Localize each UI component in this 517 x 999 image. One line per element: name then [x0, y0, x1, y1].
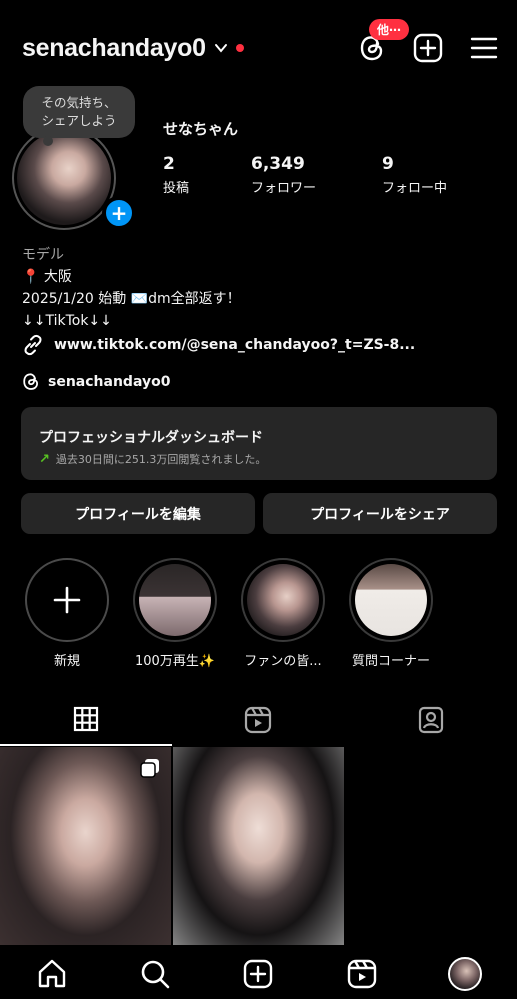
- plus-square-icon: [413, 33, 443, 63]
- threads-badge: 他⋯: [369, 19, 410, 40]
- dashboard-title: プロフェッショナルダッシュボード: [39, 430, 263, 446]
- post-thumbnail[interactable]: [0, 747, 171, 950]
- highlight-label: 質問コーナー: [351, 654, 430, 669]
- category-label: モデル: [22, 247, 64, 263]
- plus-square-icon: [244, 959, 273, 989]
- profile-actions: プロフィールを編集 プロフィールをシェア: [21, 493, 497, 534]
- bio-line: 2025/1/20 始動 ✉️dm全部返す！: [22, 291, 241, 307]
- stat-posts[interactable]: 2 投稿: [163, 154, 189, 196]
- stat-followers-label: フォロワー: [251, 181, 317, 196]
- header-actions: 他⋯: [357, 19, 499, 63]
- edit-profile-button[interactable]: プロフィールを編集: [21, 493, 255, 534]
- stat-posts-label: 投稿: [163, 181, 190, 196]
- trend-up-icon: ↗: [39, 451, 50, 467]
- stat-following[interactable]: 9 フォロー中: [382, 154, 447, 196]
- stat-following-count: 9: [382, 154, 394, 174]
- add-story-icon[interactable]: +: [102, 196, 136, 230]
- dashboard-subtitle-row: ↗ 過去30日間に251.3万回閲覧されました。: [39, 451, 479, 467]
- search-icon: [141, 960, 170, 989]
- bottom-navigation: [0, 945, 517, 999]
- chevron-down-icon[interactable]: [214, 41, 228, 55]
- share-profile-button[interactable]: プロフィールをシェア: [263, 493, 497, 534]
- tab-tagged[interactable]: [345, 694, 517, 746]
- professional-dashboard[interactable]: プロフェッショナルダッシュボード ↗ 過去30日間に251.3万回閲覧されました…: [21, 407, 497, 480]
- highlight-item[interactable]: 質問コーナー: [346, 558, 436, 669]
- notification-dot: [235, 44, 244, 52]
- post-thumbnail[interactable]: [173, 747, 344, 950]
- bio: モデル 📍 大阪 2025/1/20 始動 ✉️dm全部返す！ ↓↓TikTok…: [22, 244, 241, 332]
- grid-icon: [74, 706, 99, 732]
- home-icon: [38, 959, 65, 988]
- bio-link-text: www.tiktok.com/@sena_chandayoo?_t=ZS-8..…: [54, 337, 416, 353]
- tagged-person-icon: [418, 706, 443, 734]
- nav-create[interactable]: [238, 954, 278, 994]
- highlight-ring: [25, 558, 109, 642]
- stat-followers-count: 6,349: [251, 154, 305, 174]
- plus-icon: [31, 564, 103, 636]
- posts-grid: [0, 747, 517, 950]
- highlight-label: 新規: [53, 654, 80, 669]
- nav-home[interactable]: [32, 954, 72, 994]
- highlight-ring: [133, 558, 217, 642]
- nav-reels[interactable]: [342, 954, 382, 994]
- nav-profile[interactable]: [445, 954, 485, 994]
- highlight-label: ファンの皆...: [244, 654, 322, 669]
- carousel-icon: [140, 759, 159, 778]
- highlight-ring: [241, 558, 325, 642]
- stat-following-label: フォロー中: [382, 181, 448, 196]
- reels-icon: [245, 706, 272, 734]
- tab-grid[interactable]: [0, 694, 173, 746]
- highlight-label: 100万再生✨: [135, 654, 215, 669]
- menu-button[interactable]: [469, 33, 499, 63]
- threads-icon: [23, 373, 38, 390]
- username[interactable]: senachandayo0: [22, 34, 206, 63]
- threads-handle: senachandayo0: [48, 373, 171, 390]
- nav-search[interactable]: [135, 954, 175, 994]
- highlight-ring: [349, 558, 433, 642]
- bio-link[interactable]: www.tiktok.com/@sena_chandayoo?_t=ZS-8..…: [22, 334, 415, 356]
- profile-avatar[interactable]: [12, 126, 116, 230]
- profile-header: senachandayo0 他⋯: [22, 19, 499, 70]
- hamburger-menu-icon: [470, 37, 498, 59]
- bio-line: 📍 大阪: [22, 269, 72, 285]
- highlight-item[interactable]: ファンの皆...: [238, 558, 328, 669]
- threads-profile-link[interactable]: senachandayo0: [22, 372, 170, 391]
- display-name: せなちゃん: [163, 120, 239, 138]
- link-icon: [24, 334, 42, 356]
- highlight-cover: [139, 564, 211, 636]
- tab-reels[interactable]: [172, 694, 344, 746]
- stat-posts-count: 2: [163, 154, 175, 174]
- highlight-new[interactable]: 新規: [22, 558, 112, 669]
- highlight-item[interactable]: 100万再生✨: [130, 558, 220, 669]
- profile-avatar-small: [448, 957, 483, 991]
- create-button[interactable]: [413, 33, 443, 63]
- reels-icon: [347, 959, 377, 989]
- highlight-cover: [355, 564, 427, 636]
- note-bubble[interactable]: その気持ち、 シェアしよう: [23, 86, 135, 146]
- avatar-image: [17, 131, 111, 225]
- threads-button[interactable]: 他⋯: [357, 19, 410, 63]
- bio-line: ↓↓TikTok↓↓: [22, 313, 112, 329]
- content-tabs: [0, 694, 517, 746]
- dashboard-subtitle: 過去30日間に251.3万回閲覧されました。: [55, 453, 267, 466]
- highlight-cover: [247, 564, 319, 636]
- stat-followers[interactable]: 6,349 フォロワー: [251, 154, 316, 196]
